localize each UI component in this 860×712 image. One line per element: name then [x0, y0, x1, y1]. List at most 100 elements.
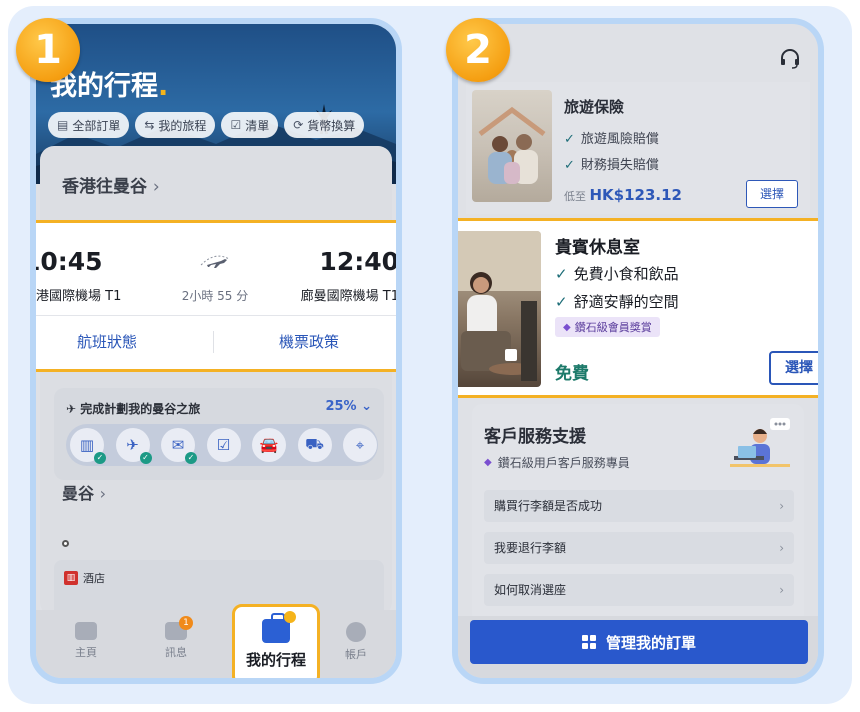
plan-step-checklist[interactable]: ☑: [206, 428, 241, 462]
departure-time: 10:45: [30, 247, 103, 276]
phone-screen-add-ons: 旅遊保險 ✓ 旅遊風險賠償 ✓ 財務損失賠償 低至 HK$123.12 選擇 貴賓休…: [452, 18, 824, 684]
plan-step-hotel[interactable]: ▥ ✓: [70, 428, 106, 464]
phone-screen-my-trips: 我的行程. ▤ 全部訂單 ⇆ 我的旅程 ☑ 清單 ⟳ 貨幣換算 香港往曼谷 › ✈ 完成…: [30, 18, 402, 684]
check-icon: ✓: [139, 452, 152, 464]
plane-icon: ✈: [66, 402, 77, 416]
map-pin-icon: ⌖: [355, 436, 365, 454]
lounge-title: 貴賓休息室: [555, 238, 640, 258]
document-icon: ▤: [57, 118, 69, 132]
hotel-icon: ▥: [79, 436, 95, 454]
plan-step-mail[interactable]: ✉ ✓: [161, 428, 197, 464]
insurance-select-button[interactable]: 選擇: [746, 180, 798, 208]
chevron-right-icon: ›: [779, 499, 784, 513]
flight-card[interactable]: 10:45 香港國際機場 T1 2小時 55 分 12:40 廊曼國際機場 T1…: [30, 220, 399, 372]
car-rental-icon: ⛟: [305, 435, 324, 453]
support-faq-row[interactable]: 如何取消選座 ›: [484, 574, 794, 606]
step-1-badge: 1: [16, 18, 80, 82]
chip-checklist[interactable]: ☑ 清單: [221, 112, 279, 138]
trip-sheet: 香港往曼谷 › ✈ 完成計劃我的曼谷之旅 25% ⌄ ▥ ✓ ✈ ✓ ✉ ✓ ☑ 🚘 ⛟ ⌖ 曼谷…: [40, 146, 392, 630]
chevron-right-icon: ›: [779, 583, 784, 597]
chevron-down-icon: ⌄: [361, 399, 372, 414]
chevron-right-icon: ›: [152, 177, 160, 197]
tab-my-trips[interactable]: 我的行程: [232, 604, 320, 678]
divider: [213, 331, 214, 353]
insurance-benefit: ✓ 財務損失賠償: [564, 158, 659, 173]
mail-icon: ✉: [171, 436, 185, 454]
currency-exchange-icon: ⟳: [293, 118, 304, 132]
lounge-card: 貴賓休息室 ✓ 免費小食和飲品 ✓ 舒適安靜的空間 ◆ 鑽石級會員獎賞 免費 選擇: [458, 218, 818, 398]
diamond-icon: ◆: [563, 321, 571, 333]
chip-all-orders[interactable]: ▤ 全部訂單: [48, 112, 130, 138]
check-icon: ✓: [94, 452, 106, 464]
plan-step-car-rental[interactable]: ⛟: [297, 428, 332, 462]
headset-icon[interactable]: [778, 46, 802, 70]
bottom-action-bar: 管理我的訂單: [458, 616, 818, 678]
departure-airport: 香港國際機場 T1: [30, 289, 122, 304]
lounge-select-button[interactable]: 選擇: [769, 351, 818, 385]
flight-duration: 2小時 55 分: [181, 289, 249, 303]
check-icon: ✓: [564, 132, 575, 147]
manage-orders-button[interactable]: 管理我的訂單: [470, 620, 808, 664]
divider: [36, 315, 396, 316]
plan-step-car[interactable]: 🚘: [252, 428, 286, 462]
lounge-price: 免費: [555, 364, 589, 384]
car-icon: 🚘: [259, 436, 279, 454]
route-icon: ⇆: [144, 118, 155, 132]
lounge-photo: [458, 231, 541, 387]
briefcase-icon: [262, 611, 296, 643]
grid-icon: [581, 635, 596, 649]
notification-badge: 1: [179, 616, 193, 630]
insurance-title: 旅遊保險: [564, 98, 625, 116]
hotel-label: 酒店: [83, 572, 105, 585]
support-title: 客戶服務支援: [484, 427, 586, 447]
customer-support-card: 客戶服務支援 ◆ 鑽石級用戶客戶服務專員 購買行李額是否成功 › 我要退行李額 › 如…: [472, 404, 804, 624]
check-icon: ✓: [555, 293, 568, 311]
chip-my-journey[interactable]: ⇆ 我的旅程: [135, 112, 216, 138]
tab-account[interactable]: 帳戶: [326, 622, 386, 662]
check-icon: ✓: [185, 452, 197, 464]
hotel-icon: ▥: [64, 571, 78, 585]
arrival-airport: 廊曼國際機場 T1: [300, 289, 399, 304]
plane-icon: [200, 255, 230, 268]
plan-step-map-pin[interactable]: ⌖: [343, 428, 377, 462]
lounge-benefit: ✓ 舒適安靜的空間: [555, 293, 679, 311]
chevron-right-icon: ›: [99, 484, 106, 503]
plan-step-flight[interactable]: ✈ ✓: [115, 428, 152, 464]
city-title[interactable]: 曼谷 ›: [62, 480, 106, 504]
support-faq-row[interactable]: 購買行李額是否成功 ›: [484, 490, 794, 522]
home-icon: [75, 622, 97, 640]
family-photo: [472, 90, 552, 202]
diamond-icon: ◆: [484, 457, 492, 468]
insurance-price: 低至 HK$123.12: [564, 186, 682, 204]
chip-currency[interactable]: ⟳ 貨幣換算: [284, 112, 365, 138]
timeline-dot: [62, 540, 69, 547]
trip-plan-card[interactable]: ✈ 完成計劃我的曼谷之旅 25% ⌄ ▥ ✓ ✈ ✓ ✉ ✓ ☑ 🚘 ⛟ ⌖: [54, 388, 384, 480]
chevron-right-icon: ›: [779, 541, 784, 555]
support-agent-illustration: [730, 418, 790, 467]
lounge-benefit: ✓ 免費小食和飲品: [555, 265, 679, 283]
tab-messages[interactable]: 1 訊息: [146, 616, 206, 660]
bottom-tab-bar: 主頁 1 訊息 我的行程 帳戶: [36, 604, 396, 678]
step-2-badge: 2: [446, 18, 510, 82]
plan-progress[interactable]: 25% ⌄: [325, 399, 372, 414]
checklist-icon: ☑: [230, 118, 242, 132]
mail-icon: 1: [165, 616, 193, 640]
route-title[interactable]: 香港往曼谷 ›: [62, 172, 160, 197]
check-icon: ✓: [564, 158, 575, 173]
plan-title: ✈ 完成計劃我的曼谷之旅: [66, 402, 201, 416]
account-icon: [346, 622, 366, 642]
flight-status-button[interactable]: 航班狀態: [77, 331, 137, 352]
check-icon: ✓: [555, 265, 568, 283]
quick-action-chips: ▤ 全部訂單 ⇆ 我的旅程 ☑ 清單 ⟳ 貨幣換算: [48, 112, 365, 138]
insurance-benefit: ✓ 旅遊風險賠償: [564, 132, 659, 147]
diamond-member-badge: ◆ 鑽石級會員獎賞: [555, 317, 660, 337]
checklist-icon: ☑: [216, 436, 231, 454]
arrival-time: 12:40: [319, 247, 399, 276]
plan-steps-track: ▥ ✓ ✈ ✓ ✉ ✓ ☑ 🚘 ⛟ ⌖: [66, 424, 378, 466]
ticket-policy-button[interactable]: 機票政策: [279, 331, 339, 352]
tab-home[interactable]: 主頁: [56, 622, 116, 660]
support-subtitle: ◆ 鑽石級用戶客戶服務專員: [484, 456, 630, 470]
insurance-card: 旅遊保險 ✓ 旅遊風險賠償 ✓ 財務損失賠償 低至 HK$123.12 選擇: [466, 82, 810, 214]
support-faq-row[interactable]: 我要退行李額 ›: [484, 532, 794, 564]
flight-icon: ✈: [126, 436, 139, 454]
